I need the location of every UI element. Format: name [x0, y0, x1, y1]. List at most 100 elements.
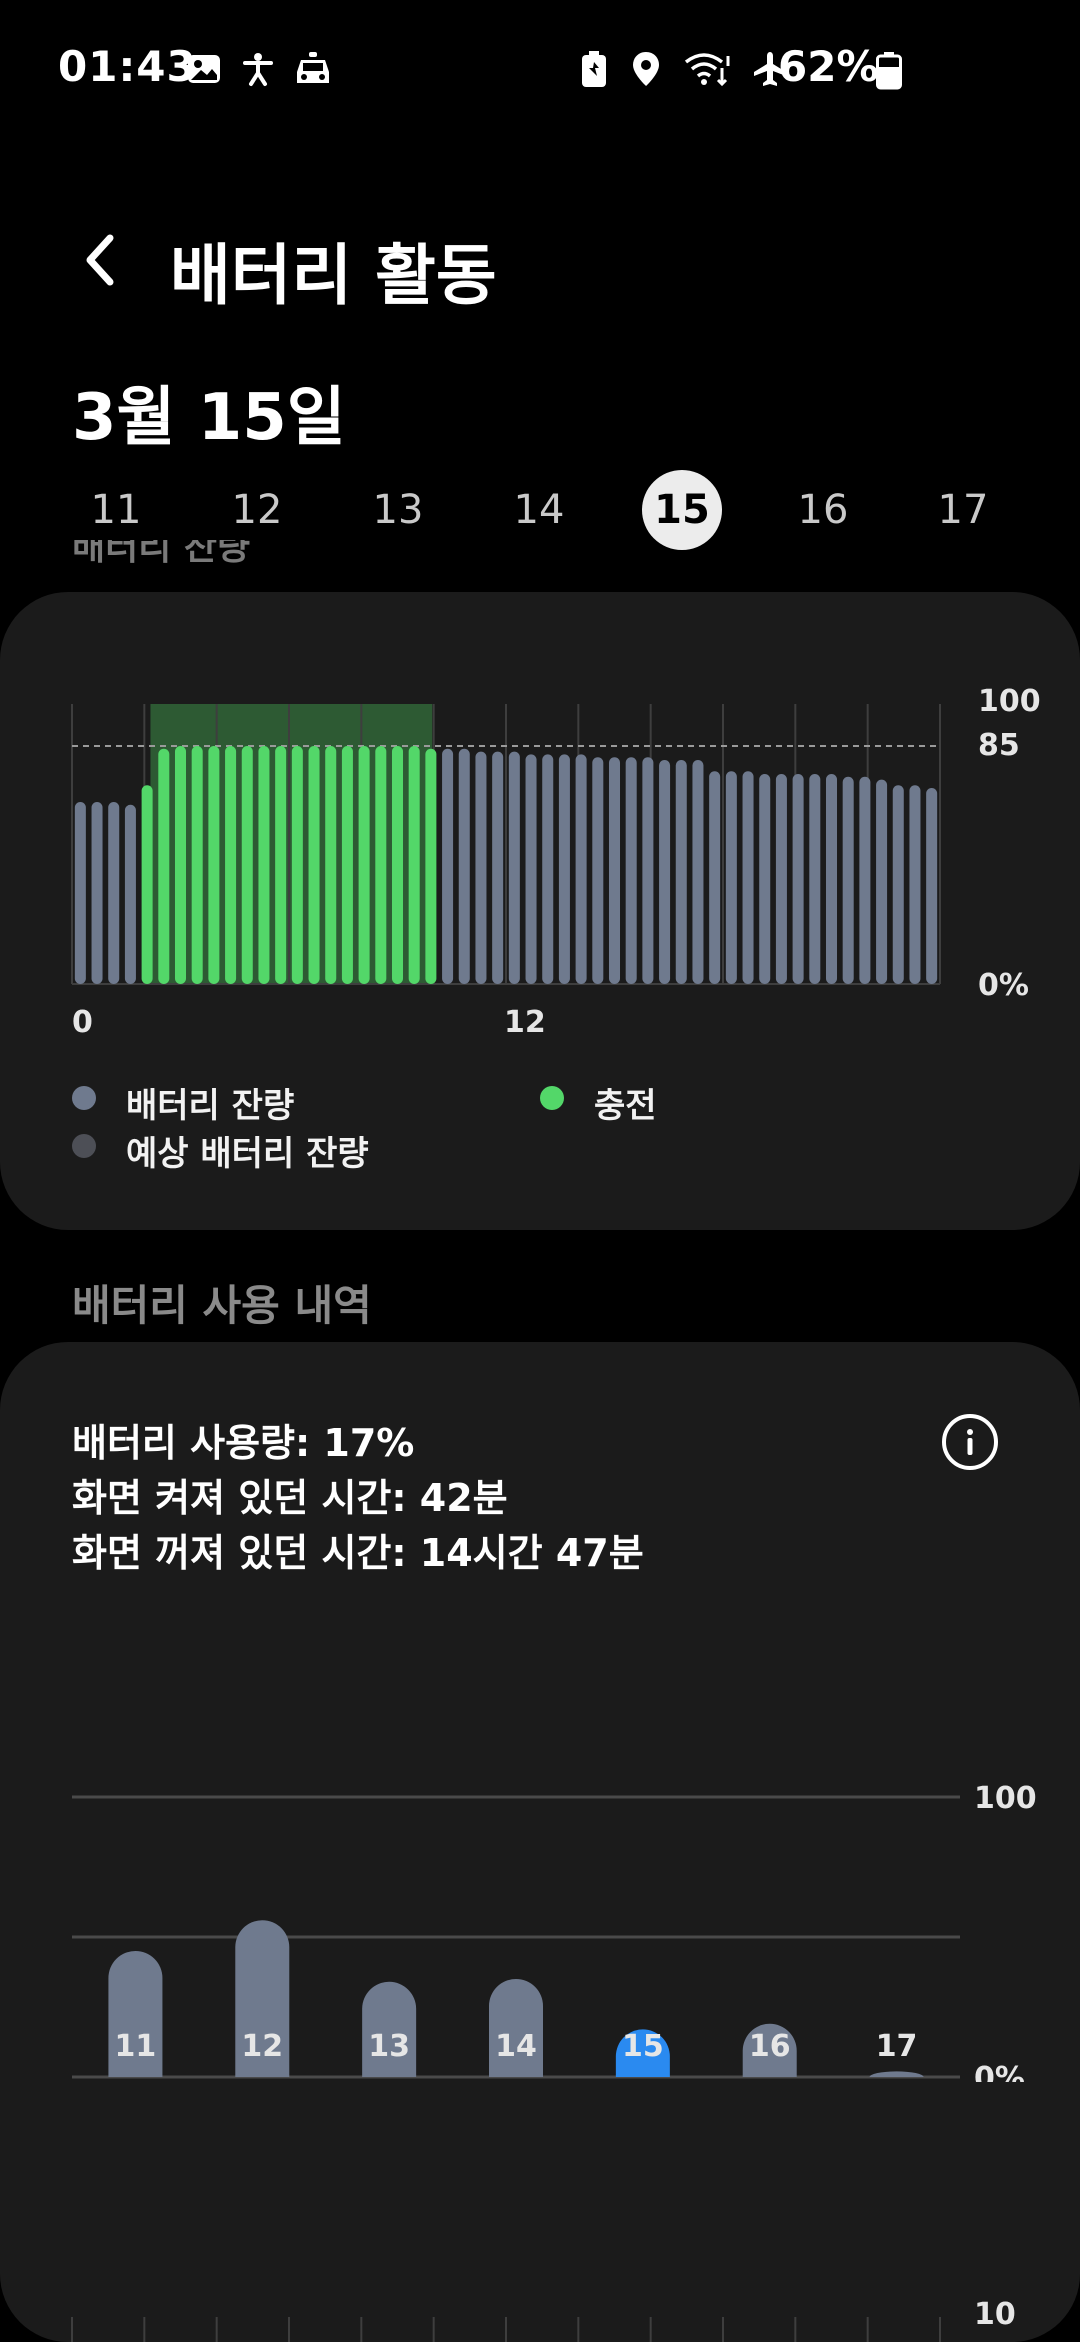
level-bar [458, 748, 470, 984]
screen-off-time-text: 화면 꺼져 있던 시간: 14시간 47분 [72, 1531, 644, 1575]
level-bar [124, 804, 136, 984]
legend-dot-battery-level [72, 1086, 96, 1110]
date-item-14[interactable]: 14 [499, 470, 579, 550]
level-bar [492, 751, 504, 984]
level-bar [608, 757, 621, 984]
level-bar-charging [225, 746, 237, 984]
level-bar [775, 774, 787, 984]
battery-level-chart: 100 85 0% 0 12 [71, 684, 1041, 1040]
level-bar [575, 754, 587, 984]
level-bar [692, 760, 704, 984]
level-bar [642, 757, 654, 984]
daily-usage-chart: 100 0% [72, 1781, 1037, 2082]
level-bar-charging [141, 785, 153, 984]
level-bar [809, 774, 821, 984]
date-title: 3월 15일 [72, 381, 346, 455]
level-y-ref-label: 85 [978, 728, 1020, 763]
daily-x-label: 16 [748, 2029, 791, 2064]
back-button[interactable] [72, 230, 132, 290]
level-bar [725, 771, 737, 984]
status-battery-percent: 62% [778, 42, 879, 91]
wifi-icon [684, 53, 730, 87]
level-bar [659, 760, 671, 984]
level-bar [909, 785, 921, 984]
date-item-11[interactable]: 11 [76, 470, 156, 550]
level-bar [792, 774, 804, 984]
date-item-12[interactable]: 12 [217, 470, 297, 550]
level-bar [825, 774, 838, 984]
level-bar [675, 760, 687, 984]
level-bar [108, 802, 120, 984]
usage-section-title: 배터리 사용 내역 [72, 1281, 372, 1330]
car-icon [297, 52, 329, 83]
level-bar [74, 802, 86, 984]
daily-bar[interactable] [869, 2071, 924, 2077]
level-bar-charging [158, 748, 170, 984]
date-item-16[interactable]: 16 [783, 470, 863, 550]
level-bar [876, 779, 888, 984]
daily-y-bottom-label: 0% [974, 2061, 1025, 2082]
usage-percent-text: 배터리 사용량: 17% [72, 1421, 415, 1465]
location-icon [633, 52, 659, 86]
page-title: 배터리 활동 [170, 237, 497, 314]
peek-section-label: 배터리 잔량 [72, 540, 251, 564]
level-bar-charging [241, 746, 253, 984]
daily-x-label: 17 [875, 2029, 918, 2064]
daily-x-label: 15 [621, 2029, 664, 2064]
level-bar [859, 776, 871, 984]
level-bar-charging [358, 746, 370, 984]
level-bar-charging [375, 746, 387, 984]
level-bar-charging [258, 746, 270, 984]
gallery-icon [188, 55, 220, 83]
daily-y-top-label: 100 [974, 1781, 1037, 1816]
daily-x-label: 11 [114, 2029, 157, 2064]
level-bar [91, 802, 103, 984]
level-bar-charging [391, 746, 404, 984]
daily-x-label: 12 [241, 2029, 284, 2064]
daily-x-label: 13 [368, 2029, 411, 2064]
info-button[interactable] [942, 1414, 998, 1470]
battery-usage-card: 배터리 사용량: 17% 화면 켜져 있던 시간: 42분 화면 꺼져 있던 시… [0, 1342, 1080, 2342]
level-bar [542, 754, 554, 984]
status-time: 01:43 [58, 42, 197, 91]
level-bar-charging [275, 746, 287, 984]
level-bar [442, 748, 454, 984]
level-bar [709, 771, 721, 984]
hourly-grid [71, 2317, 941, 2342]
level-bar-charging [341, 746, 353, 984]
level-bar-charging [425, 748, 437, 984]
level-bar-charging [208, 746, 220, 984]
date-item-13[interactable]: 13 [358, 470, 438, 550]
status-bar: 01:43 62% [0, 0, 1080, 140]
level-bar-charging [191, 746, 203, 984]
status-icons-right [580, 50, 788, 88]
date-item-15-selected[interactable]: 15 [642, 470, 722, 550]
chevron-left-icon [86, 234, 114, 286]
level-bar [842, 776, 854, 984]
level-x-label-0: 0 [72, 1005, 93, 1040]
legend-dot-charging [540, 1086, 564, 1110]
level-bar [475, 751, 487, 984]
level-bar [926, 788, 938, 984]
battery-icon [876, 52, 902, 90]
level-y-bottom-label: 0% [978, 968, 1029, 1003]
legend-label-battery-level: 배터리 잔량 [126, 1086, 295, 1126]
level-x-label-12: 12 [504, 1005, 546, 1040]
level-bar-charging [325, 746, 337, 984]
level-bar [525, 754, 537, 984]
battery-saver-icon [582, 51, 606, 87]
hourly-usage-chart: 10 [71, 2297, 1016, 2342]
daily-x-label: 14 [495, 2029, 537, 2064]
level-bar [508, 751, 520, 984]
legend-dot-predicted [72, 1134, 96, 1158]
level-bar [892, 785, 904, 984]
date-item-17[interactable]: 17 [923, 470, 1003, 550]
hourly-y-top-label: 10 [974, 2297, 1016, 2332]
level-bar-charging [308, 746, 320, 984]
screen-on-time-text: 화면 켜져 있던 시간: 42분 [72, 1476, 508, 1520]
level-bar [625, 757, 637, 984]
accessibility-icon [243, 53, 273, 86]
level-bar [759, 774, 771, 984]
level-bar-charging [408, 746, 420, 984]
level-bar [558, 754, 570, 984]
